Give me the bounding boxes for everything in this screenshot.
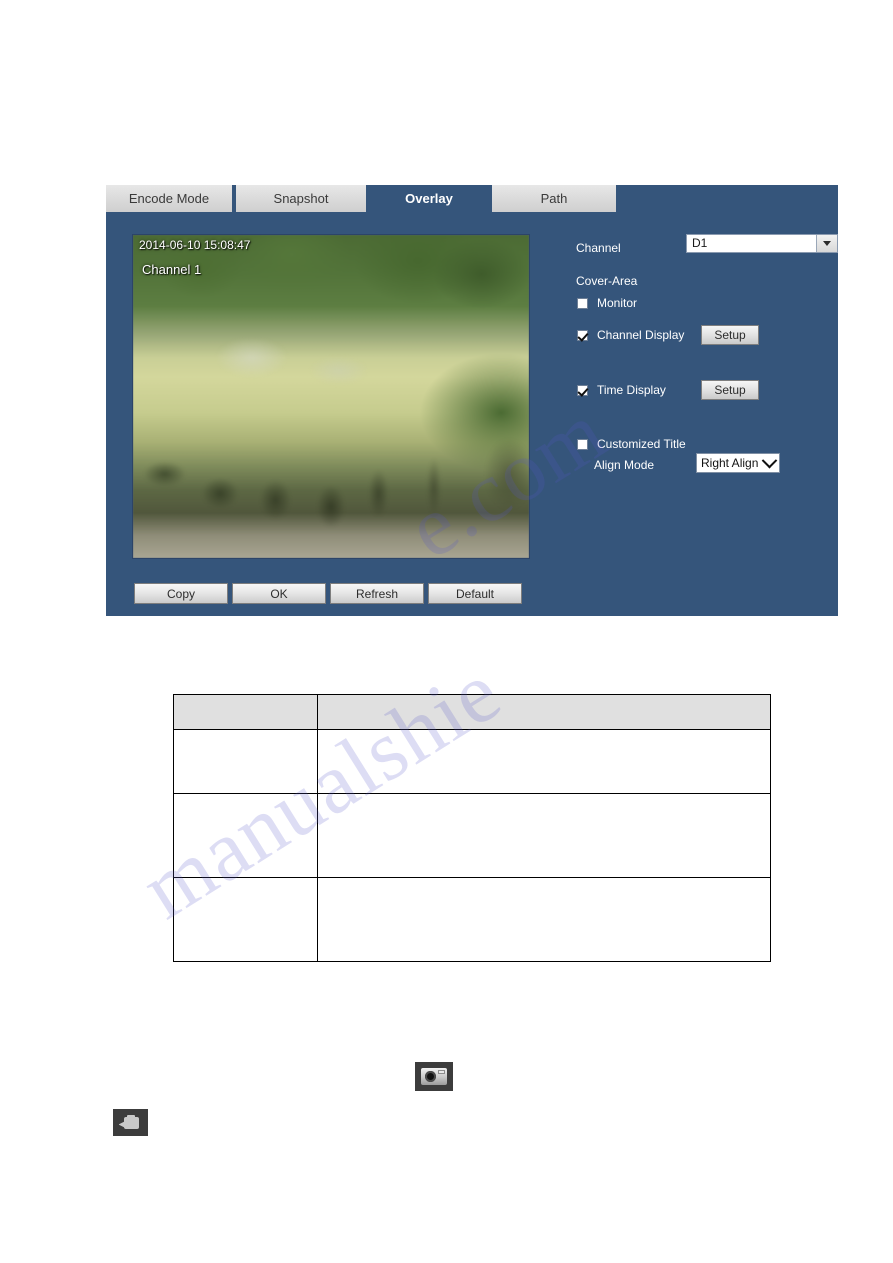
osd-timestamp: 2014-06-10 15:08:47	[139, 238, 251, 252]
copy-button[interactable]: Copy	[134, 583, 228, 604]
record-icon	[113, 1109, 148, 1136]
tab-encode-mode[interactable]: Encode Mode	[106, 185, 234, 212]
panel-action-buttons: Copy OK Refresh Default	[134, 583, 814, 605]
parameter-table	[173, 694, 772, 962]
overlay-form: Channel D1 Cover-Area Monitor Channel Di…	[576, 234, 838, 534]
ok-button[interactable]: OK	[232, 583, 326, 604]
refresh-button[interactable]: Refresh	[330, 583, 424, 604]
time-display-setup-button[interactable]: Setup	[701, 380, 759, 400]
table-header-row	[173, 694, 772, 730]
video-camera-body-icon	[123, 1117, 139, 1129]
camera-lens-icon	[425, 1071, 436, 1082]
align-mode-value: Right Align	[701, 456, 759, 470]
time-display-row[interactable]: Time Display	[577, 383, 666, 397]
customized-title-label: Customized Title	[597, 437, 686, 451]
channel-display-setup-button[interactable]: Setup	[701, 325, 759, 345]
default-button[interactable]: Default	[428, 583, 522, 604]
table-header-function	[316, 694, 772, 730]
camera-flash-icon	[438, 1070, 445, 1074]
monitor-checkbox[interactable]	[577, 297, 588, 309]
table-cell-function	[316, 793, 772, 878]
tab-snapshot[interactable]: Snapshot	[236, 185, 368, 212]
align-mode-select[interactable]: Right Align	[696, 452, 780, 473]
cover-area-label: Cover-Area	[576, 274, 638, 288]
align-mode-label: Align Mode	[594, 458, 655, 472]
customized-title-row[interactable]: Customized Title	[577, 437, 686, 451]
chevron-down-icon	[823, 241, 831, 246]
channel-display-row[interactable]: Channel Display	[577, 328, 684, 342]
table-cell-parameter	[173, 729, 318, 794]
time-display-checkbox[interactable]	[577, 384, 588, 396]
time-display-label: Time Display	[597, 383, 666, 397]
camera-icon	[421, 1068, 447, 1085]
snapshot-icon	[415, 1062, 453, 1091]
chevron-down-icon	[761, 452, 778, 468]
table-cell-parameter	[173, 877, 318, 962]
tab-overlay[interactable]: Overlay	[370, 185, 490, 212]
table-row	[173, 729, 772, 794]
table-header-parameter	[173, 694, 318, 730]
monitor-row[interactable]: Monitor	[577, 296, 637, 310]
channel-display-label: Channel Display	[597, 328, 685, 342]
table-cell-function	[316, 877, 772, 962]
table-row	[173, 793, 772, 878]
tab-path[interactable]: Path	[492, 185, 618, 212]
video-camera-icon	[118, 1115, 143, 1130]
channel-display-checkbox[interactable]	[577, 329, 588, 341]
channel-select[interactable]: D1	[686, 234, 838, 253]
video-preview[interactable]: 2014-06-10 15:08:47 Channel 1	[132, 234, 530, 559]
monitor-label: Monitor	[597, 296, 638, 310]
channel-label: Channel	[576, 241, 621, 255]
table-row	[173, 877, 772, 962]
video-scene-detail	[133, 235, 529, 558]
overlay-settings-panel: Encode Mode Snapshot Overlay Path 2014-0…	[106, 185, 838, 616]
channel-select-dropdown-button[interactable]	[816, 235, 837, 252]
table-cell-parameter	[173, 793, 318, 878]
tab-bar: Encode Mode Snapshot Overlay Path	[106, 185, 838, 213]
customized-title-checkbox[interactable]	[577, 438, 588, 450]
channel-select-value: D1	[692, 236, 708, 250]
osd-channel-title: Channel 1	[142, 262, 202, 277]
table-cell-function	[316, 729, 772, 794]
